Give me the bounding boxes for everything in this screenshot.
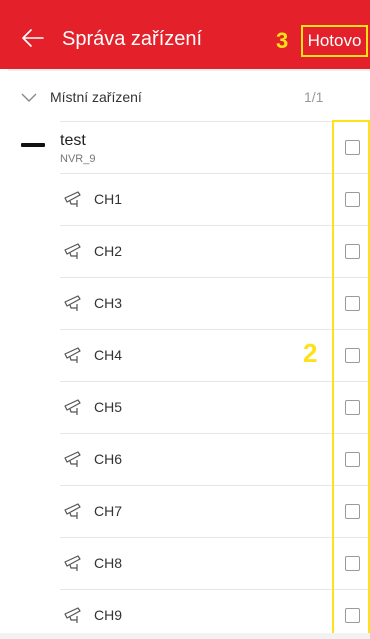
camera-icon [64,399,81,415]
local-devices-section-header[interactable]: Místní zařízení 1/1 [0,69,370,121]
channel-row[interactable]: CH7 [0,485,370,537]
channel-row[interactable]: CH1 [0,173,370,225]
channel-label: CH9 [94,607,123,623]
camera-icon [64,191,81,207]
section-count: 1/1 [304,89,324,105]
channel-checkbox[interactable] [345,504,360,519]
channel-label: CH1 [94,191,123,207]
channel-label: CH4 [94,347,123,363]
channel-row[interactable]: CH3 [0,277,370,329]
channel-checkbox[interactable] [345,400,360,415]
channel-checkbox[interactable] [345,244,360,259]
app-header: Správa zařízení 3 Hotovo [0,0,370,69]
divider [60,537,370,538]
device-management-screen: Správa zařízení 3 Hotovo Místní zařízení… [0,0,370,639]
back-arrow-icon [22,29,44,47]
camera-icon [64,243,81,259]
chevron-down-icon [21,93,37,102]
camera-icon [64,607,81,623]
camera-icon [64,503,81,519]
camera-icon [64,295,81,311]
channel-label: CH6 [94,451,123,467]
divider [60,381,370,382]
device-model: NVR_9 [60,153,96,165]
channel-label: CH5 [94,399,123,415]
channel-label: CH2 [94,243,123,259]
divider [60,173,370,174]
bottom-divider [0,633,370,639]
camera-icon [64,555,81,571]
divider [60,277,370,278]
divider [60,121,370,122]
divider [60,433,370,434]
channel-checkbox[interactable] [345,608,360,623]
channel-label: CH7 [94,503,123,519]
device-checkbox[interactable] [345,140,360,155]
divider [60,485,370,486]
channel-checkbox[interactable] [345,452,360,467]
channel-checkbox[interactable] [345,192,360,207]
nvr-device-icon [21,143,45,147]
camera-icon [64,347,81,363]
camera-icon [64,451,81,467]
done-button[interactable]: Hotovo [301,25,368,57]
device-name: test [60,132,86,149]
channel-label: CH3 [94,295,123,311]
channel-checkbox[interactable] [345,296,360,311]
step-marker-2: 2 [303,338,318,368]
channel-row[interactable]: CH6 [0,433,370,485]
divider [60,225,370,226]
divider [60,589,370,590]
step-marker-3: 3 [276,28,289,53]
channel-row[interactable]: CH5 [0,381,370,433]
channel-checkbox[interactable] [345,556,360,571]
channel-label: CH8 [94,555,123,571]
channel-row[interactable]: CH8 [0,537,370,589]
channel-row[interactable]: CH2 [0,225,370,277]
section-title: Místní zařízení [50,89,142,105]
divider [8,69,370,71]
device-row[interactable]: test NVR_9 [0,121,370,173]
back-button[interactable] [18,24,48,52]
divider [60,329,370,330]
channel-checkbox[interactable] [345,348,360,363]
page-title: Správa zařízení [62,28,203,50]
channel-row[interactable]: CH9 [0,589,370,639]
